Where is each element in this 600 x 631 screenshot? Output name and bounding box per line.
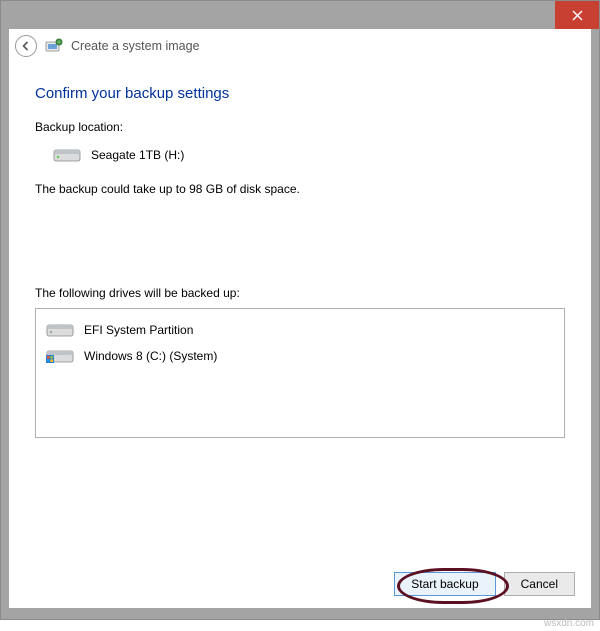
space-estimate-text: The backup could take up to 98 GB of dis…: [35, 182, 565, 196]
watermark: wsxdn.com: [544, 618, 594, 629]
following-drives-label: The following drives will be backed up:: [35, 286, 565, 300]
system-drive-icon: [46, 347, 74, 365]
cancel-button[interactable]: Cancel: [504, 572, 575, 596]
header-bar: Create a system image: [9, 29, 591, 63]
button-row: Start backup Cancel: [394, 572, 575, 596]
drive-name: Windows 8 (C:) (System): [84, 349, 217, 363]
back-arrow-icon: [20, 40, 32, 52]
backup-location-value: Seagate 1TB (H:): [91, 148, 184, 162]
page-heading: Confirm your backup settings: [35, 85, 565, 102]
drive-row: Windows 8 (C:) (System): [46, 343, 554, 369]
backup-location-row: Seagate 1TB (H:): [53, 146, 565, 164]
back-button[interactable]: [15, 35, 37, 57]
drive-name: EFI System Partition: [84, 323, 193, 337]
hard-drive-icon: [53, 146, 81, 164]
content-panel: Confirm your backup settings Backup loca…: [9, 63, 591, 608]
dialog-window: Create a system image Confirm your backu…: [0, 0, 600, 620]
start-backup-button[interactable]: Start backup: [394, 572, 495, 596]
drives-list: EFI System Partition Windows 8 (C:) (Sys…: [35, 308, 565, 438]
drive-row: EFI System Partition: [46, 317, 554, 343]
close-button[interactable]: [555, 1, 599, 29]
hard-drive-icon: [46, 321, 74, 339]
titlebar: [1, 1, 599, 29]
backup-location-label: Backup location:: [35, 120, 565, 134]
window-title: Create a system image: [71, 39, 200, 53]
close-icon: [572, 10, 583, 21]
system-image-icon: [45, 37, 63, 55]
